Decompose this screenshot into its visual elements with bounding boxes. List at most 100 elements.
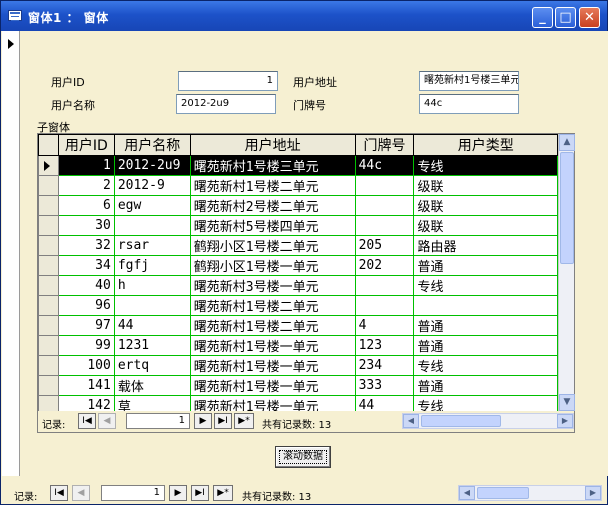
cell-address[interactable]: 曙苑新村1号楼一单元 xyxy=(189,335,356,356)
cell-user-name[interactable]: 草 xyxy=(113,395,191,411)
cell-door-number[interactable]: 333 xyxy=(354,375,415,396)
cell-user-name[interactable]: rsar xyxy=(113,235,191,256)
row-selector[interactable] xyxy=(38,175,59,196)
cell-user-id[interactable]: 142 xyxy=(57,395,115,411)
row-selector[interactable] xyxy=(38,155,59,176)
scroll-right-icon[interactable]: ▶ xyxy=(557,414,573,428)
table-row[interactable]: 30 曙苑新村5号楼四单元 级联 xyxy=(38,215,558,236)
main-last-record-button[interactable]: ▶I xyxy=(191,485,209,501)
row-selector[interactable] xyxy=(38,215,59,236)
cell-user-type[interactable]: 普通 xyxy=(413,255,558,276)
cell-user-id[interactable]: 99 xyxy=(57,335,115,356)
row-selector[interactable] xyxy=(38,235,59,256)
row-selector[interactable] xyxy=(38,255,59,276)
cell-user-type[interactable]: 专线 xyxy=(413,355,558,376)
scroll-down-icon[interactable]: ▼ xyxy=(559,394,575,411)
main-horizontal-scrollbar[interactable]: ◀ ▶ xyxy=(458,485,602,501)
table-row[interactable]: 34 fgfj 鹤翔小区1号楼一单元 202 普通 xyxy=(38,255,558,276)
record-number-field[interactable]: 1 xyxy=(126,413,190,429)
cell-door-number[interactable]: 44c xyxy=(354,155,415,176)
cell-address[interactable]: 曙苑新村1号楼三单元 xyxy=(189,155,356,176)
main-new-record-button[interactable]: ▶* xyxy=(213,485,233,501)
row-selector[interactable] xyxy=(38,295,59,316)
cell-user-name[interactable]: 2012-9 xyxy=(113,175,191,196)
user-id-field[interactable]: 1 xyxy=(178,71,278,91)
cell-user-name[interactable]: h xyxy=(113,275,191,296)
vertical-scrollbar[interactable]: ▲ ▼ xyxy=(558,134,575,411)
main-prev-record-button[interactable]: ◀ xyxy=(72,485,90,501)
cell-user-name[interactable]: ertq xyxy=(113,355,191,376)
cell-user-id[interactable]: 141 xyxy=(57,375,115,396)
cell-address[interactable]: 曙苑新村5号楼四单元 xyxy=(189,215,356,236)
cell-user-type[interactable]: 专线 xyxy=(413,395,558,411)
cell-user-name[interactable] xyxy=(113,215,191,236)
row-selector[interactable] xyxy=(38,355,59,376)
cell-user-id[interactable]: 1 xyxy=(57,155,115,176)
column-header-user-name[interactable]: 用户名称 xyxy=(113,134,191,156)
cell-address[interactable]: 鹤翔小区1号楼二单元 xyxy=(189,235,356,256)
cell-user-type[interactable] xyxy=(413,295,558,316)
main-h-scroll-thumb[interactable] xyxy=(477,487,529,499)
cell-user-name[interactable]: fgfj xyxy=(113,255,191,276)
cell-address[interactable]: 曙苑新村1号楼一单元 xyxy=(189,395,356,411)
minimize-button[interactable]: _ xyxy=(532,7,553,28)
last-record-button[interactable]: ▶I xyxy=(214,413,232,429)
row-selector[interactable] xyxy=(38,375,59,396)
cell-door-number[interactable] xyxy=(354,295,415,316)
scroll-data-button[interactable]: 滚动数据 xyxy=(275,446,331,468)
new-record-button[interactable]: ▶* xyxy=(234,413,254,429)
main-next-record-button[interactable]: ▶ xyxy=(169,485,187,501)
cell-user-id[interactable]: 2 xyxy=(57,175,115,196)
row-selector[interactable] xyxy=(38,195,59,216)
cell-address[interactable]: 曙苑新村1号楼一单元 xyxy=(189,375,356,396)
table-row[interactable]: 142 草曙苑新村1号楼一单元 44 专线 xyxy=(38,395,558,411)
cell-user-type[interactable]: 普通 xyxy=(413,375,558,396)
prev-record-button[interactable]: ◀ xyxy=(98,413,116,429)
cell-address[interactable]: 曙苑新村1号楼二单元 xyxy=(189,295,356,316)
cell-user-id[interactable]: 30 xyxy=(57,215,115,236)
maximize-button[interactable]: □ xyxy=(555,7,576,28)
cell-user-type[interactable]: 专线 xyxy=(413,155,558,176)
row-selector[interactable] xyxy=(38,275,59,296)
column-header-address[interactable]: 用户地址 xyxy=(189,134,356,156)
table-row[interactable]: 32 rsar 鹤翔小区1号楼二单元 205 路由器 xyxy=(38,235,558,256)
scroll-thumb[interactable] xyxy=(560,152,574,264)
row-selector[interactable] xyxy=(38,335,59,356)
column-header-user-id[interactable]: 用户ID xyxy=(57,134,115,156)
horizontal-scrollbar[interactable]: ◀ ▶ xyxy=(402,413,574,429)
cell-user-name[interactable]: 1231 xyxy=(113,335,191,356)
next-record-button[interactable]: ▶ xyxy=(194,413,212,429)
cell-address[interactable]: 曙苑新村2号楼二单元 xyxy=(189,195,356,216)
main-first-record-button[interactable]: I◀ xyxy=(50,485,68,501)
cell-door-number[interactable] xyxy=(354,195,415,216)
cell-door-number[interactable]: 205 xyxy=(354,235,415,256)
cell-address[interactable]: 曙苑新村1号楼二单元 xyxy=(189,315,356,336)
row-selector[interactable] xyxy=(38,395,59,411)
cell-user-type[interactable]: 普通 xyxy=(413,335,558,356)
cell-door-number[interactable]: 202 xyxy=(354,255,415,276)
table-row[interactable]: 6 egw 曙苑新村2号楼二单元 级联 xyxy=(38,195,558,216)
user-name-field[interactable]: 2012-2u9 xyxy=(176,94,276,114)
main-scroll-right-icon[interactable]: ▶ xyxy=(585,486,601,500)
select-all-corner[interactable] xyxy=(38,134,59,156)
table-row[interactable]: 40 h 曙苑新村3号楼一单元 专线 xyxy=(38,275,558,296)
scroll-left-icon[interactable]: ◀ xyxy=(403,414,419,428)
cell-address[interactable]: 鹤翔小区1号楼一单元 xyxy=(189,255,356,276)
cell-user-name[interactable] xyxy=(113,295,191,316)
table-row[interactable]: 99 1231 曙苑新村1号楼一单元 123 普通 xyxy=(38,335,558,356)
table-row[interactable]: 2 2012-9 曙苑新村1号楼二单元 级联 xyxy=(38,175,558,196)
door-number-field[interactable]: 44c xyxy=(419,94,519,114)
table-row[interactable]: 1 2012-2u9 曙苑新村1号楼三单元 44c 专线 xyxy=(38,155,558,176)
main-scroll-left-icon[interactable]: ◀ xyxy=(459,486,475,500)
cell-user-name[interactable]: 44 xyxy=(113,315,191,336)
table-row[interactable]: 100 ertq 曙苑新村1号楼一单元 234 专线 xyxy=(38,355,558,376)
column-header-user-type[interactable]: 用户类型 xyxy=(413,134,558,156)
cell-user-id[interactable]: 96 xyxy=(57,295,115,316)
column-header-door-number[interactable]: 门牌号 xyxy=(354,134,415,156)
cell-user-id[interactable]: 100 xyxy=(57,355,115,376)
record-selector-column[interactable] xyxy=(2,31,20,476)
cell-door-number[interactable] xyxy=(354,175,415,196)
cell-user-type[interactable]: 级联 xyxy=(413,195,558,216)
cell-door-number[interactable]: 44 xyxy=(354,395,415,411)
cell-user-type[interactable]: 路由器 xyxy=(413,235,558,256)
